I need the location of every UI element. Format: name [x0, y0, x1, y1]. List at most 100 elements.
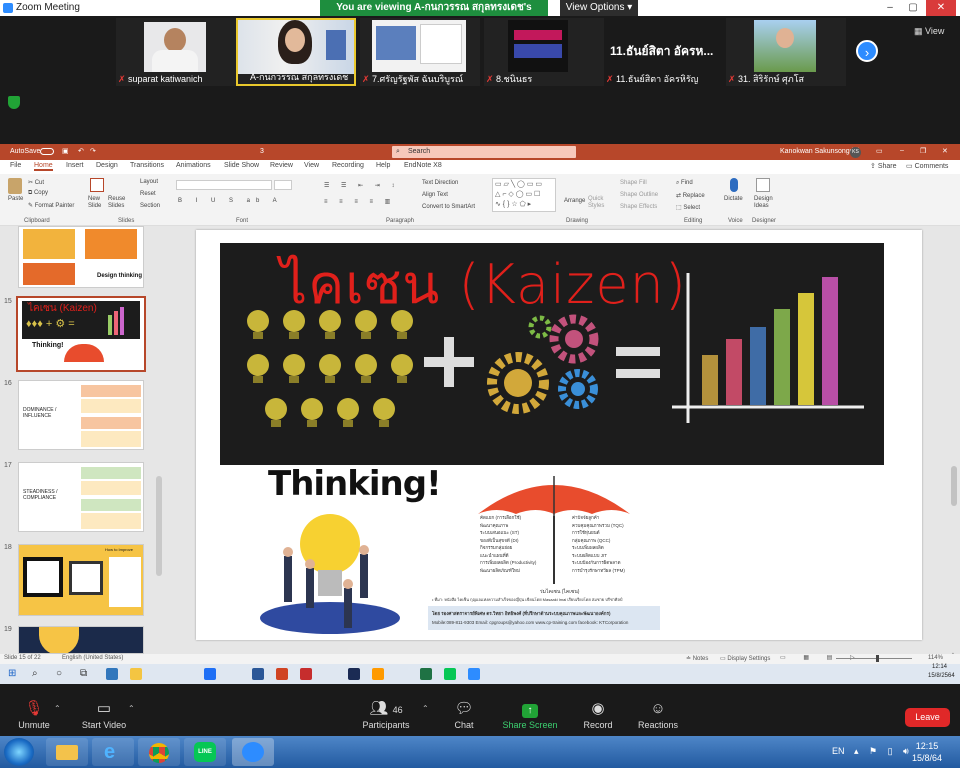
powerpoint-icon[interactable]: [276, 668, 288, 680]
ppt-minimize-button[interactable]: –: [900, 147, 904, 154]
excel-icon[interactable]: [420, 668, 432, 680]
tab-home[interactable]: Home: [34, 162, 53, 171]
slide-thumbnail[interactable]: Design thinking: [18, 226, 144, 288]
start-video-button[interactable]: ▭ Start Video: [74, 700, 134, 730]
search-icon[interactable]: ⌕: [32, 668, 38, 679]
chat-button[interactable]: 💬︎ Chat: [434, 700, 494, 730]
ribbon-display-icon[interactable]: ▭: [876, 147, 883, 155]
search-input[interactable]: ⌕ Search: [392, 146, 576, 158]
line-icon[interactable]: [444, 668, 456, 680]
illustrator-icon[interactable]: [372, 668, 384, 680]
video-options-chevron-icon[interactable]: ⌃: [128, 704, 135, 713]
zoom-app-icon[interactable]: [468, 668, 480, 680]
explorer-taskbar-button[interactable]: [46, 738, 88, 766]
cortana-icon[interactable]: ○: [56, 668, 62, 679]
reuse-slides-button[interactable]: Reuse Slides: [108, 196, 128, 210]
tab-slide-show[interactable]: Slide Show: [224, 162, 259, 169]
leave-button[interactable]: Leave: [905, 708, 950, 727]
convert-smartart-button[interactable]: Convert to SmartArt: [422, 204, 475, 210]
security-shield-icon[interactable]: [8, 96, 20, 109]
section-button[interactable]: Section: [140, 203, 160, 209]
windows-start-icon[interactable]: ⊞: [8, 668, 16, 679]
slide-scrollbar[interactable]: [950, 236, 958, 646]
acrobat-icon[interactable]: [300, 668, 312, 680]
tray-icons[interactable]: ▴ ⚑ ▯ 🔊︎: [854, 746, 913, 757]
layout-button[interactable]: Layout: [140, 179, 158, 185]
chrome-taskbar-button[interactable]: [138, 738, 180, 766]
save-icon[interactable]: ▣: [62, 147, 69, 155]
redo-icon[interactable]: ↷: [90, 147, 96, 155]
font-format-buttons[interactable]: B I U S ab A: [178, 198, 283, 204]
participants-options-chevron-icon[interactable]: ⌃: [422, 704, 429, 713]
tab-design[interactable]: Design: [96, 162, 118, 169]
reset-button[interactable]: Reset: [140, 191, 156, 197]
paste-button[interactable]: Paste: [8, 196, 23, 202]
line-taskbar-button[interactable]: LINE: [184, 738, 226, 766]
shape-effects-button[interactable]: Shape Effects: [620, 204, 657, 210]
ppt-restore-button[interactable]: ❐: [920, 147, 926, 155]
select-button[interactable]: ⬚ Select: [676, 204, 700, 211]
word-icon[interactable]: [252, 668, 264, 680]
slide-thumbnail[interactable]: DOMINANCE / INFLUENCE: [18, 380, 144, 450]
design-ideas-button[interactable]: Design Ideas: [754, 196, 774, 210]
slide-thumbnail-selected[interactable]: ไคเซน (Kaizen) ♦♦♦ + ⚙ = Thinking!: [16, 296, 146, 372]
task-view-icon[interactable]: ⧉: [80, 668, 87, 679]
edge-icon[interactable]: [106, 668, 118, 680]
participant-tile[interactable]: ✗ 8.ชนินธร: [484, 18, 604, 86]
photoshop-icon[interactable]: [348, 668, 360, 680]
new-slide-icon[interactable]: [90, 178, 104, 192]
zoom-level[interactable]: 114%: [928, 655, 943, 661]
tab-animations[interactable]: Animations: [176, 162, 211, 169]
align-buttons[interactable]: ≡ ≡ ≡ ≡ ▥: [324, 198, 395, 205]
view-options-button[interactable]: View Options ▾: [560, 0, 638, 16]
copy-button[interactable]: ⧉ Copy: [28, 190, 48, 197]
maximize-button[interactable]: ▢: [903, 0, 923, 16]
display-settings-button[interactable]: ▭ Display Settings: [720, 655, 770, 662]
replace-button[interactable]: ⇄ Replace: [676, 192, 705, 199]
thumbnails-scrollbar[interactable]: [156, 476, 162, 576]
shapes-gallery[interactable]: ▭ ▱ ╲ ◯ ▭ ▭ △ ⌐ ◇ ◯ ▭ ☐ ∿ { } ☆ ⬠ ▸: [492, 178, 556, 212]
zoom-slider-thumb[interactable]: [876, 655, 879, 662]
view-button[interactable]: ▦ View: [914, 26, 944, 37]
audio-options-chevron-icon[interactable]: ⌃: [54, 704, 61, 713]
cut-button[interactable]: ✂ Cut: [28, 179, 44, 186]
user-avatar[interactable]: KS: [850, 147, 861, 158]
input-language[interactable]: EN: [832, 746, 845, 756]
zoom-taskbar-button[interactable]: [232, 738, 274, 766]
find-button[interactable]: ⌕ Find: [676, 180, 693, 187]
arrange-button[interactable]: Arrange: [564, 198, 585, 204]
bullets-buttons[interactable]: ☰ ☰ ⇤ ⇥ ↕: [324, 182, 399, 189]
tab-transitions[interactable]: Transitions: [130, 162, 164, 169]
shape-outline-button[interactable]: Shape Outline: [620, 192, 658, 198]
align-text-button[interactable]: Align Text: [422, 192, 448, 198]
text-direction-button[interactable]: Text Direction: [422, 180, 458, 186]
participant-tile[interactable]: ✗ suparat katiwanich: [116, 18, 236, 86]
participant-tile[interactable]: ✗ 31. สิริรักษ์ ศุภโส: [726, 18, 846, 86]
shape-fill-button[interactable]: Shape Fill: [620, 180, 647, 186]
quick-styles-button[interactable]: Quick Styles: [588, 196, 608, 210]
participant-tile-active-speaker[interactable]: A-กนกวรรณ สกุลทรงเดช: [236, 18, 356, 86]
ppt-close-button[interactable]: ✕: [942, 147, 948, 155]
font-name-select[interactable]: [176, 180, 272, 190]
autosave-toggle[interactable]: [40, 148, 54, 155]
language-status[interactable]: English (United States): [62, 655, 123, 661]
tab-insert[interactable]: Insert: [66, 162, 84, 169]
paste-icon[interactable]: [8, 178, 22, 194]
font-size-select[interactable]: [274, 180, 292, 190]
comments-button[interactable]: ▭ Comments: [906, 162, 948, 170]
tab-review[interactable]: Review: [270, 162, 293, 169]
tab-recording[interactable]: Recording: [332, 162, 364, 169]
participant-tile[interactable]: ✗ 7.ศรัญรัฐพัส ฉันบริบูรณ์: [360, 18, 480, 86]
share-screen-button[interactable]: ↑ Share Screen: [500, 700, 560, 730]
record-button[interactable]: ◉ Record: [568, 700, 628, 730]
close-button[interactable]: ✕: [926, 0, 956, 16]
ie-taskbar-button[interactable]: e: [92, 738, 134, 766]
participant-tile-no-video[interactable]: 11.ธันย์สิตา อัครห... ✗ 11.ธันย์สิตา อัคร…: [604, 18, 724, 86]
notes-button[interactable]: ≐ Notes: [686, 655, 708, 662]
dictate-button[interactable]: Dictate: [724, 196, 743, 202]
slide-thumbnail[interactable]: How to Improve: [18, 544, 144, 616]
design-ideas-icon[interactable]: [756, 178, 770, 192]
tab-endnote[interactable]: EndNote X8: [404, 162, 442, 169]
participants-button[interactable]: 👥︎ 46 Participants: [356, 700, 416, 730]
slide-thumbnail[interactable]: [18, 626, 144, 654]
